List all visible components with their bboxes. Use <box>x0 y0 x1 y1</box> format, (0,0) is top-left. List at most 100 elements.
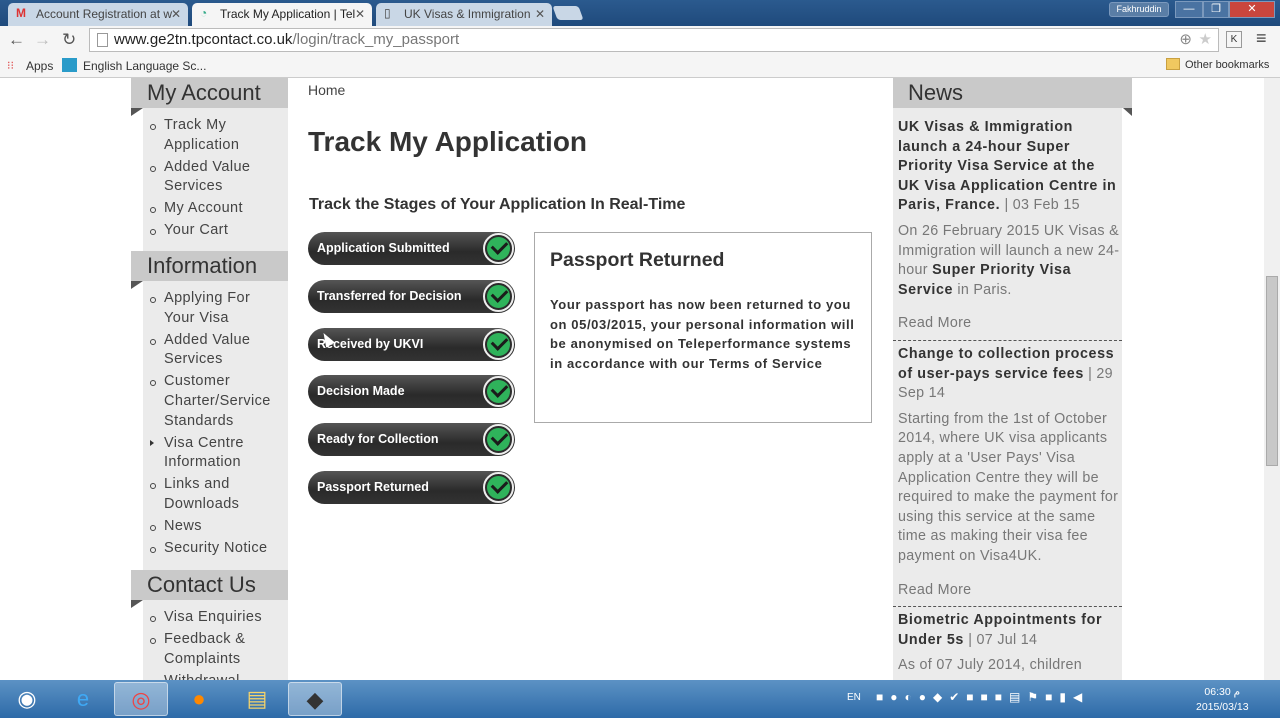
zoom-icon[interactable]: ⊕ <box>1179 30 1192 48</box>
tab-account-registration[interactable]: M Account Registration at w ✕ <box>8 3 188 26</box>
browser-titlebar: M Account Registration at w ✕ ◔ Track My Ap… <box>0 0 1280 26</box>
page-icon: ▯ <box>384 6 391 20</box>
firefox-icon[interactable]: ● <box>172 682 226 716</box>
information-menu: Applying For Your Visa Added Value Servi… <box>150 289 280 561</box>
minimize-icon[interactable]: — <box>1175 1 1203 18</box>
breadcrumb-home[interactable]: Home <box>308 82 345 98</box>
new-tab-button[interactable] <box>552 6 584 20</box>
sidebar-item-added-value-services[interactable]: Added Value Services <box>150 331 280 370</box>
read-more-link[interactable]: Read More <box>898 581 1120 601</box>
sidebar-item-added-value-services[interactable]: Added Value Services <box>150 158 280 197</box>
chrome-icon[interactable]: ◎ <box>114 682 168 716</box>
extension-icon[interactable]: K <box>1226 31 1242 48</box>
system-tray-icons[interactable]: ■●◐●◆✔■■■▤⚑■▮◀ <box>876 690 1089 704</box>
tab-track-my-application[interactable]: ◔ Track My Application | Tel ✕ <box>192 3 372 26</box>
gmail-icon: M <box>16 6 26 20</box>
news-item: Biometric Appointments for Under 5s | 07… <box>898 611 1120 676</box>
reload-icon[interactable]: ↻ <box>62 30 76 50</box>
stage-ready-for-collection: Ready for Collection <box>308 423 515 456</box>
tab-label: Account Registration at w <box>36 7 173 21</box>
sidebar-heading-contact-us: Contact Us <box>131 570 288 600</box>
clock[interactable]: 06:30 م 2015/03/13 <box>1196 685 1249 715</box>
sidebar-item-feedback-complaints[interactable]: Feedback & Complaints <box>150 630 280 669</box>
address-bar[interactable]: www.ge2tn.tpcontact.co.uk/login/track_my… <box>89 28 1219 52</box>
news-divider <box>893 340 1122 341</box>
tab-uk-visas[interactable]: ▯ UK Visas & Immigration ✕ <box>376 3 552 26</box>
status-title: Passport Returned <box>550 249 725 271</box>
page-scrollbar[interactable] <box>1264 78 1280 680</box>
sidebar-item-withdrawal[interactable]: Withdrawal <box>150 672 280 680</box>
check-icon <box>483 233 514 264</box>
sidebar-item-visa-enquiries[interactable]: Visa Enquiries <box>150 608 280 628</box>
menu-icon[interactable]: ≡ <box>1256 28 1267 49</box>
browser-toolbar: ← → ↻ www.ge2tn.tpcontact.co.uk/login/tr… <box>0 26 1280 54</box>
web-page: My Account Track My Application Added Va… <box>0 78 1264 680</box>
close-tab-icon[interactable]: ✕ <box>355 7 365 21</box>
stage-label: Passport Returned <box>317 480 429 494</box>
sidebar-item-visa-centre-information[interactable]: Visa Centre Information <box>150 434 280 473</box>
profile-button[interactable]: Fakhruddin <box>1109 2 1169 17</box>
page-subtitle: Track the Stages of Your Application In … <box>309 196 686 213</box>
bookmark-english-language[interactable]: English Language Sc... <box>83 59 206 73</box>
back-icon[interactable]: ← <box>8 30 25 50</box>
sidebar-heading-information: Information <box>131 251 288 281</box>
tab-label: Track My Application | Tel <box>220 7 356 21</box>
my-account-menu: Track My Application Added Value Service… <box>150 116 280 244</box>
other-bookmarks[interactable]: Other bookmarks <box>1185 59 1269 71</box>
status-text: Your passport has now been returned to y… <box>550 297 855 371</box>
sidebar-item-my-account[interactable]: My Account <box>150 199 280 219</box>
status-detail-box: Passport Returned Your passport has now … <box>534 232 872 423</box>
site-favicon-icon: ◔ <box>200 6 208 20</box>
star-icon[interactable]: ★ <box>1199 30 1212 48</box>
file-explorer-icon[interactable]: ▤ <box>230 682 284 716</box>
close-window-icon[interactable]: ✕ <box>1229 1 1275 18</box>
check-icon <box>483 424 514 455</box>
sidebar-item-news[interactable]: News <box>150 517 280 537</box>
read-more-link[interactable]: Read More <box>898 314 1120 334</box>
stage-label: Decision Made <box>317 384 405 398</box>
start-button-icon[interactable]: ◉ <box>0 682 54 716</box>
url-path: /login/track_my_passport <box>292 31 460 48</box>
stage-passport-returned: Passport Returned <box>308 471 515 504</box>
news-item: UK Visas & Immigration launch a 24-hour … <box>898 118 1120 338</box>
internet-explorer-icon[interactable]: e <box>56 682 110 716</box>
check-icon <box>483 281 514 312</box>
bookmark-apps[interactable]: Apps <box>26 59 53 73</box>
news-heading: News <box>893 78 1132 116</box>
news-title-link[interactable]: Change to collection process of user-pay… <box>898 346 1114 382</box>
contact-us-menu: Visa Enquiries Feedback & Complaints Wit… <box>150 608 280 680</box>
sidebar-item-security-notice[interactable]: Security Notice <box>150 539 280 559</box>
sidebar-item-links-downloads[interactable]: Links and Downloads <box>150 475 280 514</box>
news-body: On 26 February 2015 UK Visas & Immigrati… <box>898 222 1120 300</box>
news-divider <box>893 606 1122 607</box>
sidebar-item-applying-for-visa[interactable]: Applying For Your Visa <box>150 289 280 328</box>
bookmark-favicon-icon <box>62 58 77 72</box>
scrollbar-thumb[interactable] <box>1266 276 1278 466</box>
check-icon <box>483 472 514 503</box>
apps-icon: ⁝⁝ <box>7 60 14 72</box>
body-text: in Paris. <box>953 281 1012 298</box>
check-icon <box>483 376 514 407</box>
windows-taskbar: ◉ e ◎ ● ▤ ◆ EN ■●◐●◆✔■■■▤⚑■▮◀ 06:30 م 201… <box>0 680 1280 718</box>
stage-application-submitted: Application Submitted <box>308 232 515 265</box>
page-title: Track My Application <box>308 126 588 157</box>
close-tab-icon[interactable]: ✕ <box>535 7 545 21</box>
language-indicator[interactable]: EN <box>847 692 861 703</box>
sidebar-item-customer-charter[interactable]: Customer Charter/Service Standards <box>150 372 280 431</box>
folder-icon <box>1166 58 1180 70</box>
stage-label: Transferred for Decision <box>317 289 462 303</box>
sidebar-item-your-cart[interactable]: Your Cart <box>150 221 280 241</box>
clock-date: 2015/03/13 <box>1196 701 1249 713</box>
bookmarks-bar: ⁝⁝ Apps English Language Sc... Other boo… <box>0 54 1280 78</box>
restore-icon[interactable]: ❐ <box>1203 1 1229 18</box>
sidebar-item-track-my-application[interactable]: Track My Application <box>150 116 280 155</box>
news-body: Starting from the 1st of October 2014, w… <box>898 410 1119 564</box>
app-icon[interactable]: ◆ <box>288 682 342 716</box>
close-tab-icon[interactable]: ✕ <box>171 7 181 21</box>
forward-icon[interactable]: → <box>34 30 51 50</box>
news-item: Change to collection process of user-pay… <box>898 345 1120 604</box>
check-icon <box>483 329 514 360</box>
clock-time: 06:30 م <box>1204 686 1241 698</box>
stage-label: Ready for Collection <box>317 432 439 446</box>
stage-decision-made: Decision Made <box>308 375 515 408</box>
